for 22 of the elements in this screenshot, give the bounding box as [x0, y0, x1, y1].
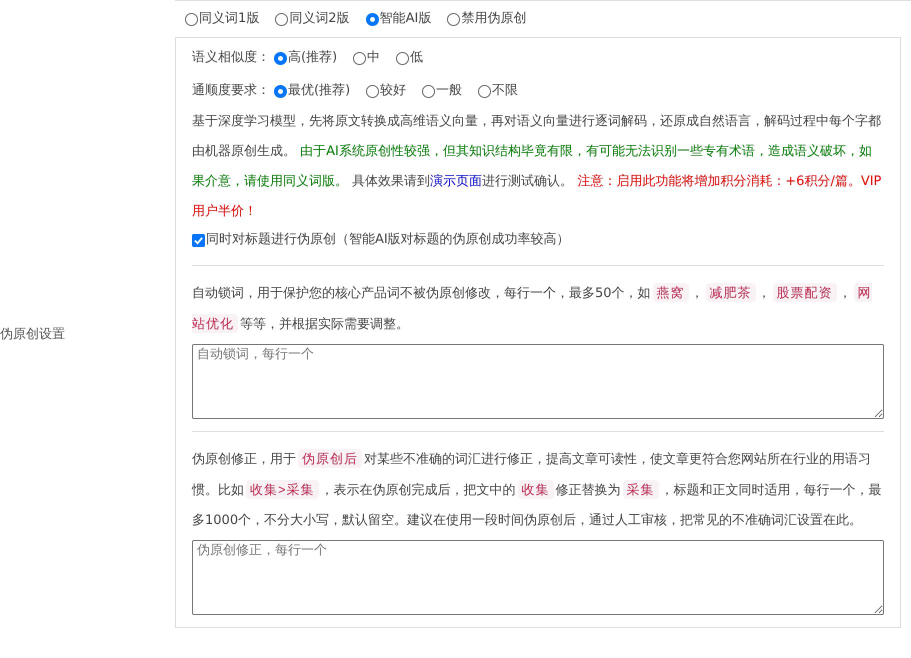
radio-option[interactable]: 中	[353, 48, 380, 68]
lock-words-field[interactable]: 自动锁词，每行一个	[192, 344, 884, 419]
title-checkbox[interactable]: 同时对标题进行伪原创（智能AI版对标题的伪原创成功率较高）	[192, 227, 884, 253]
radio-option[interactable]: 同义词1版	[185, 9, 260, 29]
fluency-label: 通顺度要求：	[192, 82, 270, 100]
check-icon	[193, 234, 204, 246]
similarity-label: 语义相似度：	[192, 49, 270, 68]
ai-description: 基于深度学习模型，先将原文转换成高维语义向量，再对语义向量进行逐词解码，还原成自然语言，解码过程中每个字都由机器原创生成。 由于AI系统原创性较强，但其知识结构毕竟有限，有可能无法识别一些专有术语，造成语义破坏，如果介意，请使用同义词版。 具体效果请到演示页面进行测试确认。 注意：启用此功能将增加积分消耗：+6积分/篇。VIP用户半价！	[192, 113, 882, 221]
radio-option[interactable]: 禁用伪原创	[447, 9, 526, 29]
radio-option[interactable]: 同义词2版	[275, 9, 350, 29]
correction-description: 伪原创修正，用于 伪原创后 对某些不准确的词汇进行修正，提高文章可读性，使文章更符合您网站所在行业的用语习惯。比如 收集>采集 ，表示在伪原创完成后，把文中的 收集 修正替换为 采集 ，标题和正文同时适用，每行一个，最多1000个，不分大小写，默认留空。建议在使用一段时间伪原创后，通过人工审核，把常见的不准确词汇设置在此。	[192, 448, 883, 530]
radio-option[interactable]: 较好	[366, 81, 406, 101]
settings-label: 伪原创设置	[0, 326, 66, 344]
radio-option[interactable]: 一般	[422, 81, 462, 101]
radio-option[interactable]: 高(推荐)	[274, 48, 338, 68]
radio-option[interactable]: 低	[396, 48, 424, 68]
lock-words-description: 自动锁词，用于保护您的核心产品词不被伪原创修改，每行一个，最多50个，如 燕窝 ， 减肥茶 ， 股票配资 ， 网站优化 等等，并根据实际需要调整。	[192, 282, 873, 335]
correction-field[interactable]: 伪原创修正，每行一个	[192, 540, 884, 615]
radio-option[interactable]: 不限	[478, 81, 518, 101]
radio-option[interactable]: 智能AI版	[366, 9, 432, 29]
radio-option[interactable]: 最优(推荐)	[274, 81, 350, 101]
demo-page-link[interactable]: 演示页面	[430, 174, 482, 189]
